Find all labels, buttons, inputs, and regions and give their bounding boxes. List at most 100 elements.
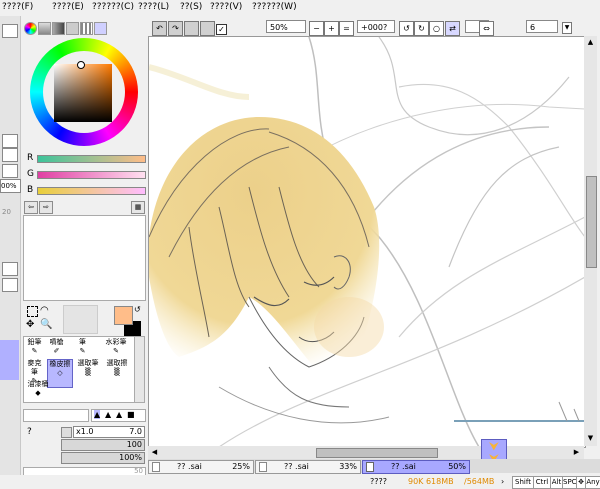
layer-button[interactable] xyxy=(2,262,18,276)
layer-button[interactable] xyxy=(2,278,18,292)
deselect-icon[interactable] xyxy=(184,21,199,36)
menu-window[interactable]: ??????(W) xyxy=(252,2,297,12)
ribbon-line xyxy=(353,126,550,238)
mixer-tab-icon[interactable] xyxy=(66,22,79,35)
menu-view[interactable]: ????(V) xyxy=(210,2,242,12)
vertical-scroll-thumb[interactable] xyxy=(586,176,597,268)
scroll-right-icon[interactable]: ▶ xyxy=(572,448,581,457)
opacity-slider[interactable]: 100% xyxy=(61,452,145,464)
select-pen-icon: ▒ xyxy=(85,368,91,376)
stabilizer-value[interactable]: 6 xyxy=(526,20,558,33)
red-slider[interactable] xyxy=(37,155,146,163)
scratch-close-button[interactable]: ▦ xyxy=(131,201,145,214)
document-tab[interactable]: ?? .sai 33% xyxy=(255,460,361,474)
brush-shape-icon[interactable]: ▲ xyxy=(116,410,122,419)
scratchpad-tab-icon[interactable] xyxy=(94,22,107,35)
rgb-slider-tab-icon[interactable] xyxy=(38,22,51,35)
scratchpad-area[interactable] xyxy=(23,215,146,301)
tool-select-eraser[interactable]: 選取擦 ▒ xyxy=(104,359,130,386)
rotate-left-icon[interactable]: ↺ xyxy=(399,21,414,36)
zoom-out-icon[interactable]: − xyxy=(309,21,324,36)
redo-icon[interactable]: ↷ xyxy=(168,21,183,36)
tool-grid-empty xyxy=(63,305,98,334)
nav-button[interactable] xyxy=(2,24,18,38)
close-tab-icon[interactable] xyxy=(259,462,267,472)
menu-layer[interactable]: ????(L) xyxy=(138,2,169,12)
scratch-right-button[interactable]: ⇨ xyxy=(39,201,53,214)
menu-edit[interactable]: ????(E) xyxy=(52,2,84,12)
vertical-scrollbar[interactable]: ▲ ▼ xyxy=(584,36,597,446)
swatches-tab-icon[interactable] xyxy=(80,22,93,35)
zoom-value[interactable]: 00% xyxy=(0,179,21,193)
airbrush-icon: ✐ xyxy=(53,347,60,355)
rotate-right-icon[interactable]: ↻ xyxy=(414,21,429,36)
foreground-color-swatch[interactable] xyxy=(114,306,133,325)
move-icon[interactable]: ✥ xyxy=(26,319,34,330)
nav-button[interactable] xyxy=(2,164,18,178)
brush-shape-icon[interactable]: ■ xyxy=(127,410,135,419)
eraser-icon: ◇ xyxy=(57,369,63,377)
stabilizer-dropdown-icon[interactable]: ▼ xyxy=(562,22,572,34)
stabilizer-icon[interactable]: ⇔ xyxy=(479,21,494,36)
brush-shape-icon[interactable]: ▲ xyxy=(94,410,101,419)
tab-name: ?? .sai xyxy=(177,462,202,471)
green-slider[interactable] xyxy=(37,171,146,179)
zoom-reset-icon[interactable]: = xyxy=(339,21,354,36)
density-slider[interactable]: 100 xyxy=(61,439,145,451)
color-wheel-tab-icon[interactable] xyxy=(24,22,37,35)
nav-button[interactable] xyxy=(2,148,18,162)
tool-bucket[interactable]: 油漆桶 ◆ xyxy=(25,380,51,407)
hsv-slider-tab-icon[interactable] xyxy=(52,22,65,35)
tool-label: 筆 xyxy=(79,338,86,346)
lasso-icon[interactable]: ◠ xyxy=(40,305,49,316)
close-tab-icon[interactable] xyxy=(152,462,160,472)
rotation-field[interactable]: +000? xyxy=(357,20,395,33)
document-tab[interactable]: ?? .sai 25% xyxy=(148,460,254,474)
nav-button[interactable] xyxy=(2,134,18,148)
tab-name: ?? .sai xyxy=(391,462,416,471)
saturation-value-square[interactable] xyxy=(54,64,112,122)
tab-zoom: 50% xyxy=(448,462,466,471)
nav-number: 20 xyxy=(2,208,11,216)
memory-total: /564MB xyxy=(464,477,495,486)
marquee-icon[interactable] xyxy=(27,306,38,317)
tool-grid-scrollbar[interactable] xyxy=(134,336,145,403)
invert-selection-icon[interactable] xyxy=(200,21,215,36)
watercolor-icon: ✎ xyxy=(113,347,119,355)
color-picker-cursor[interactable] xyxy=(77,61,85,69)
layer-selected[interactable] xyxy=(0,340,19,380)
brush-shape-icon[interactable]: ▲ xyxy=(105,410,111,419)
horizontal-scrollbar[interactable]: ◀ ▶ xyxy=(148,446,584,459)
navigator-strip: 00% 20 xyxy=(0,16,21,489)
brush-size-field[interactable]: x1.0 7.0 xyxy=(73,426,145,438)
menu-select[interactable]: ??(S) xyxy=(180,2,202,12)
scroll-down-icon[interactable]: ▼ xyxy=(586,434,595,443)
document-tab-active[interactable]: ?? .sai 50% xyxy=(362,460,470,474)
size-dropdown-button[interactable] xyxy=(61,427,72,438)
tool-select-pen[interactable]: 選取筆 ▒ xyxy=(76,359,100,386)
flip-icon[interactable]: ⇄ xyxy=(445,21,460,36)
document-tabs: ?? .sai 25% ?? .sai 33% ?? .sai 50% xyxy=(148,459,600,474)
sketch-line xyxy=(558,401,580,422)
tool-label: 選取筆 xyxy=(77,359,99,367)
scroll-left-icon[interactable]: ◀ xyxy=(150,448,159,457)
scratch-left-button[interactable]: ⇦ xyxy=(24,201,38,214)
zoom-in-icon[interactable]: + xyxy=(324,21,339,36)
rotate-reset-icon[interactable]: ○ xyxy=(429,21,444,36)
horizontal-scroll-thumb[interactable] xyxy=(316,448,438,458)
undo-icon[interactable]: ↶ xyxy=(152,21,167,36)
zoom-field[interactable]: 50% xyxy=(266,20,306,33)
selection-visible-checkbox[interactable]: ✓ xyxy=(216,24,227,35)
zoom-icon[interactable]: 🔍 xyxy=(40,319,52,330)
tab-name: ?? .sai xyxy=(284,462,309,471)
scroll-up-icon[interactable]: ▲ xyxy=(586,38,595,47)
close-tab-icon[interactable] xyxy=(366,462,374,472)
brush-shape-picker[interactable]: ▲ ▲ ▲ ■ xyxy=(91,409,146,422)
blend-mode-select[interactable] xyxy=(23,409,89,422)
swap-colors-icon[interactable]: ↺ xyxy=(134,305,141,314)
menu-file[interactable]: ????(F) xyxy=(2,2,33,12)
blue-slider[interactable] xyxy=(37,187,146,195)
drawing-canvas[interactable] xyxy=(148,36,586,448)
menu-canvas[interactable]: ??????(C) xyxy=(92,2,134,12)
size-value: 7.0 xyxy=(129,427,142,436)
